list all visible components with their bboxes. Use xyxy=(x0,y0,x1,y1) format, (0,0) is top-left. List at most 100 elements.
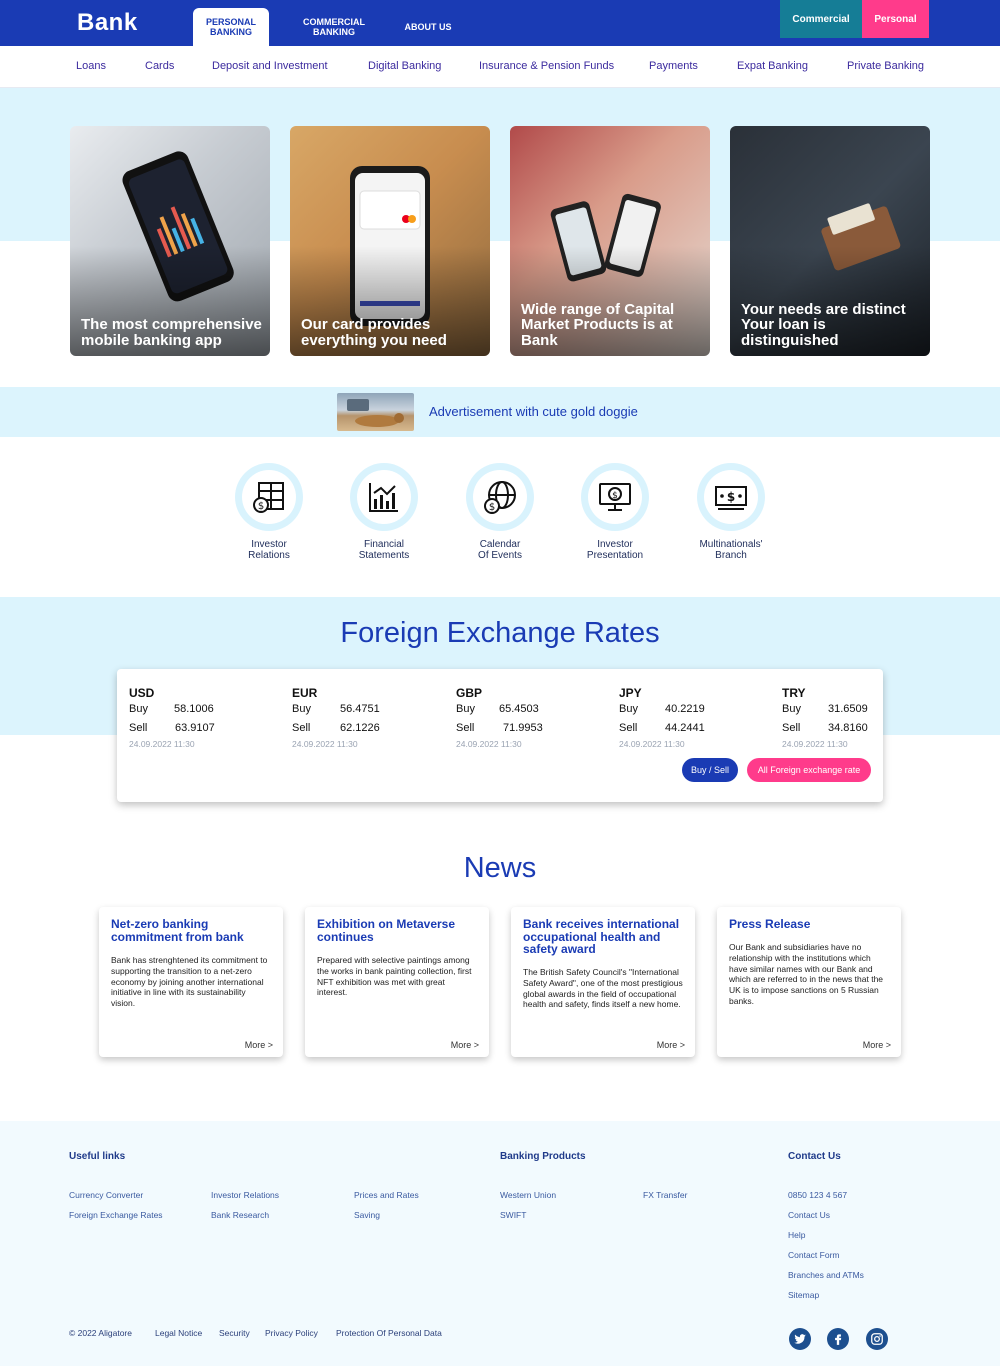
quick-link-financial-statements[interactable]: Financial Statements xyxy=(334,463,434,561)
news-card-metaverse[interactable]: Exhibition on Metaverse continues Prepar… xyxy=(305,907,489,1057)
sell-rate: 71.9953 xyxy=(503,722,543,734)
footer-link[interactable]: Contact Form xyxy=(788,1250,840,1260)
footer-link[interactable]: Western Union xyxy=(500,1190,556,1200)
security-link[interactable]: Security xyxy=(219,1328,250,1338)
footer-link[interactable]: Foreign Exchange Rates xyxy=(69,1210,163,1220)
hero-card-loan[interactable]: Your needs are distinct Your loan is dis… xyxy=(730,126,930,356)
footer-link[interactable]: Sitemap xyxy=(788,1290,819,1300)
quick-link-calendar-events[interactable]: $ Calendar Of Events xyxy=(450,463,550,561)
subnav-expat-banking[interactable]: Expat Banking xyxy=(737,60,808,72)
buy-label: Buy xyxy=(456,703,475,715)
rate-timestamp: 24.09.2022 11:30 xyxy=(619,739,685,749)
quick-link-label: Financial Statements xyxy=(358,539,410,561)
advertisement-dog-image[interactable] xyxy=(337,393,414,431)
currency-code: EUR xyxy=(292,686,318,700)
footer-heading-useful-links: Useful links xyxy=(69,1151,126,1162)
news-card-press-release[interactable]: Press Release Our Bank and subsidiaries … xyxy=(717,907,901,1057)
advertisement-link[interactable]: Advertisement with cute gold doggie xyxy=(429,404,638,419)
footer-link[interactable]: FX Transfer xyxy=(643,1190,687,1200)
bank-logo[interactable]: Bank xyxy=(77,9,138,37)
fx-currency-try: TRY Buy 31.6509 Sell 34.8160 24.09.2022 11… xyxy=(782,686,878,749)
facebook-icon[interactable] xyxy=(827,1328,849,1350)
fx-section-title: Foreign Exchange Rates xyxy=(340,617,660,649)
privacy-policy-link[interactable]: Privacy Policy xyxy=(265,1328,318,1338)
buy-sell-button[interactable]: Buy / Sell xyxy=(682,758,738,782)
calendar-globe-icon: $ xyxy=(484,481,516,514)
quick-link-investor-relations[interactable]: $ Investor Relations xyxy=(219,463,319,561)
sell-rate: 34.8160 xyxy=(828,722,868,734)
news-card-safety-award[interactable]: Bank receives international occupational… xyxy=(511,907,695,1057)
subnav-loans[interactable]: Loans xyxy=(76,60,106,72)
news-body: The British Safety Council's "Internatio… xyxy=(523,967,683,1010)
footer-heading-contact: Contact Us xyxy=(788,1151,841,1162)
all-fx-rates-button[interactable]: All Foreign exchange rate xyxy=(747,758,871,782)
copyright: © 2022 Aligatore xyxy=(69,1328,132,1338)
footer-link[interactable]: Contact Us xyxy=(788,1210,830,1220)
news-more-link[interactable]: More > xyxy=(657,1040,685,1050)
subnav-private-banking[interactable]: Private Banking xyxy=(847,60,924,72)
instagram-icon[interactable] xyxy=(866,1328,888,1350)
news-title: Press Release xyxy=(729,917,811,931)
news-title: Exhibition on Metaverse continues xyxy=(317,917,456,944)
sell-label: Sell xyxy=(456,722,475,734)
subnav-payments[interactable]: Payments xyxy=(649,60,698,72)
buy-label: Buy xyxy=(782,703,801,715)
sell-label: Sell xyxy=(782,722,801,734)
footer-link[interactable]: Bank Research xyxy=(211,1210,269,1220)
dog-icon xyxy=(347,399,404,427)
footer-link[interactable]: Branches and ATMs xyxy=(788,1270,864,1280)
rate-timestamp: 24.09.2022 11:30 xyxy=(292,739,358,749)
buy-rate: 31.6509 xyxy=(828,703,868,715)
currency-code: GBP xyxy=(456,686,483,700)
fx-currency-usd: USD Buy 58.1006 Sell 63.9107 24.09.2022 11… xyxy=(129,686,279,749)
hero-card-capital-markets[interactable]: Wide range of Capital Market Products is… xyxy=(510,126,710,356)
news-more-link[interactable]: More > xyxy=(245,1040,273,1050)
buy-label: Buy xyxy=(292,703,311,715)
buy-rate: 56.4751 xyxy=(340,703,380,715)
buy-rate: 65.4503 xyxy=(499,703,539,715)
quick-link-investor-presentation[interactable]: $ Investor Presentation xyxy=(565,463,665,561)
quick-link-label: Multinationals' Branch xyxy=(699,539,763,561)
personal-data-link[interactable]: Protection Of Personal Data xyxy=(336,1328,442,1338)
banknote-icon: $ xyxy=(715,486,747,510)
personal-segment-button[interactable]: Personal xyxy=(862,0,929,38)
footer-heading-banking-products: Banking Products xyxy=(500,1151,586,1162)
sell-label: Sell xyxy=(129,722,148,734)
sell-label: Sell xyxy=(292,722,311,734)
footer-link[interactable]: Investor Relations xyxy=(211,1190,279,1200)
footer-link[interactable]: Currency Converter xyxy=(69,1190,143,1200)
twitter-icon[interactable] xyxy=(789,1328,811,1350)
news-body: Bank has strenghtened its commitment to … xyxy=(111,955,268,1009)
tab-about-us[interactable]: ABOUT US xyxy=(398,8,458,46)
footer-phone[interactable]: 0850 123 4 567 xyxy=(788,1190,847,1200)
buy-label: Buy xyxy=(129,703,148,715)
quick-link-multinationals-branch[interactable]: $ Multinationals' Branch xyxy=(681,463,781,561)
subnav-cards[interactable]: Cards xyxy=(145,60,174,72)
footer-link[interactable]: Help xyxy=(788,1230,805,1240)
footer-link[interactable]: SWIFT xyxy=(500,1210,526,1220)
quick-link-label: Investor Relations xyxy=(248,539,290,561)
legal-notice-link[interactable]: Legal Notice xyxy=(155,1328,202,1338)
commercial-segment-button[interactable]: Commercial xyxy=(780,0,862,38)
sell-rate: 63.9107 xyxy=(175,722,215,734)
hero-card-mobile-app[interactable]: The most comprehensive mobile banking ap… xyxy=(70,126,270,356)
svg-text:$: $ xyxy=(612,491,618,501)
investor-relations-icon: $ xyxy=(253,482,284,513)
presentation-monitor-icon: $ xyxy=(599,483,631,511)
hero-caption: Your needs are distinct Your loan is dis… xyxy=(741,300,906,349)
subnav-deposit-investment[interactable]: Deposit and Investment xyxy=(212,60,328,72)
currency-code: USD xyxy=(129,686,155,700)
tab-personal-banking[interactable]: PERSONAL BANKING xyxy=(193,8,269,46)
subnav-digital-banking[interactable]: Digital Banking xyxy=(368,60,441,72)
svg-text:$: $ xyxy=(489,502,495,513)
footer-link[interactable]: Saving xyxy=(354,1210,380,1220)
news-more-link[interactable]: More > xyxy=(863,1040,891,1050)
news-more-link[interactable]: More > xyxy=(451,1040,479,1050)
hero-card-card-provides[interactable]: Our card provides everything you need xyxy=(290,126,490,356)
hero-caption: The most comprehensive mobile banking ap… xyxy=(81,316,262,349)
buy-label: Buy xyxy=(619,703,638,715)
footer-link[interactable]: Prices and Rates xyxy=(354,1190,419,1200)
tab-commercial-banking[interactable]: COMMERCIAL BANKING xyxy=(296,8,372,46)
news-card-net-zero[interactable]: Net-zero banking commitment from bank Ba… xyxy=(99,907,283,1057)
subnav-insurance-pension[interactable]: Insurance & Pension Funds xyxy=(479,60,614,72)
